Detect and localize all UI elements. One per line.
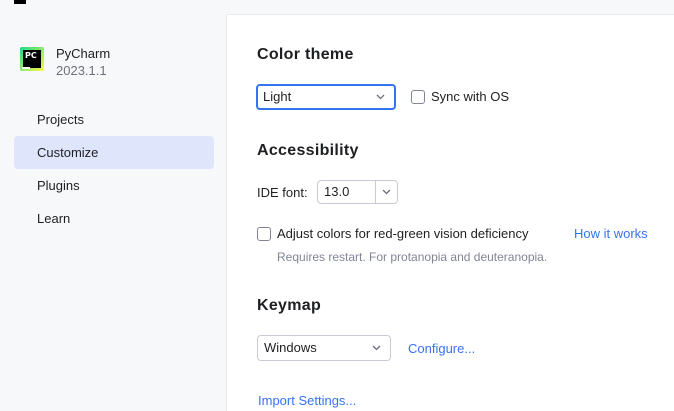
welcome-window: PC PyCharm 2023.1.1 Projects Customize P… bbox=[0, 0, 674, 411]
app-version: 2023.1.1 bbox=[56, 63, 107, 78]
sidebar-item-projects[interactable]: Projects bbox=[14, 103, 214, 136]
ide-font-size-combobox[interactable]: 13.0 bbox=[317, 180, 398, 204]
title-bar bbox=[0, 0, 674, 15]
sidebar-item-plugins[interactable]: Plugins bbox=[14, 169, 214, 202]
import-settings-link[interactable]: Import Settings... bbox=[258, 393, 356, 408]
keymap-value: Windows bbox=[264, 340, 317, 355]
chevron-down-icon[interactable] bbox=[382, 189, 391, 195]
ide-font-label: IDE font: bbox=[257, 185, 308, 200]
configure-keymap-link[interactable]: Configure... bbox=[408, 341, 475, 356]
color-theme-title: Color theme bbox=[257, 46, 354, 63]
keymap-dropdown[interactable]: Windows bbox=[257, 335, 391, 361]
color-theme-value: Light bbox=[263, 89, 292, 104]
adjust-colors-label: Adjust colors for red-green vision defic… bbox=[277, 226, 529, 241]
chevron-down-icon bbox=[376, 94, 385, 100]
sidebar-item-customize[interactable]: Customize bbox=[14, 136, 214, 169]
pycharm-logo-bar bbox=[22, 67, 30, 69]
sidebar-item-learn[interactable]: Learn bbox=[14, 202, 214, 235]
how-it-works-link[interactable]: How it works bbox=[574, 226, 648, 241]
sync-with-os-checkbox[interactable] bbox=[411, 90, 425, 104]
app-name: PyCharm bbox=[56, 46, 111, 61]
pycharm-logo-text: PC bbox=[23, 50, 41, 68]
keymap-title: Keymap bbox=[257, 297, 322, 314]
title-bar-logo-icon bbox=[14, 0, 26, 4]
color-theme-dropdown[interactable]: Light bbox=[256, 84, 396, 110]
restart-hint: Requires restart. For protanopia and deu… bbox=[277, 250, 548, 264]
sidebar-nav: Projects Customize Plugins Learn bbox=[14, 103, 214, 235]
sync-with-os-label: Sync with OS bbox=[431, 89, 510, 104]
pycharm-logo-icon: PC bbox=[20, 47, 44, 71]
sidebar: PC PyCharm 2023.1.1 Projects Customize P… bbox=[0, 14, 227, 411]
customize-panel: Color theme Light Sync with OS Accessibi… bbox=[227, 14, 674, 411]
ide-font-size-separator bbox=[375, 181, 376, 203]
adjust-colors-checkbox[interactable] bbox=[257, 227, 271, 241]
chevron-down-icon bbox=[372, 345, 381, 351]
ide-font-size-value: 13.0 bbox=[324, 184, 350, 199]
accessibility-title: Accessibility bbox=[257, 142, 359, 159]
